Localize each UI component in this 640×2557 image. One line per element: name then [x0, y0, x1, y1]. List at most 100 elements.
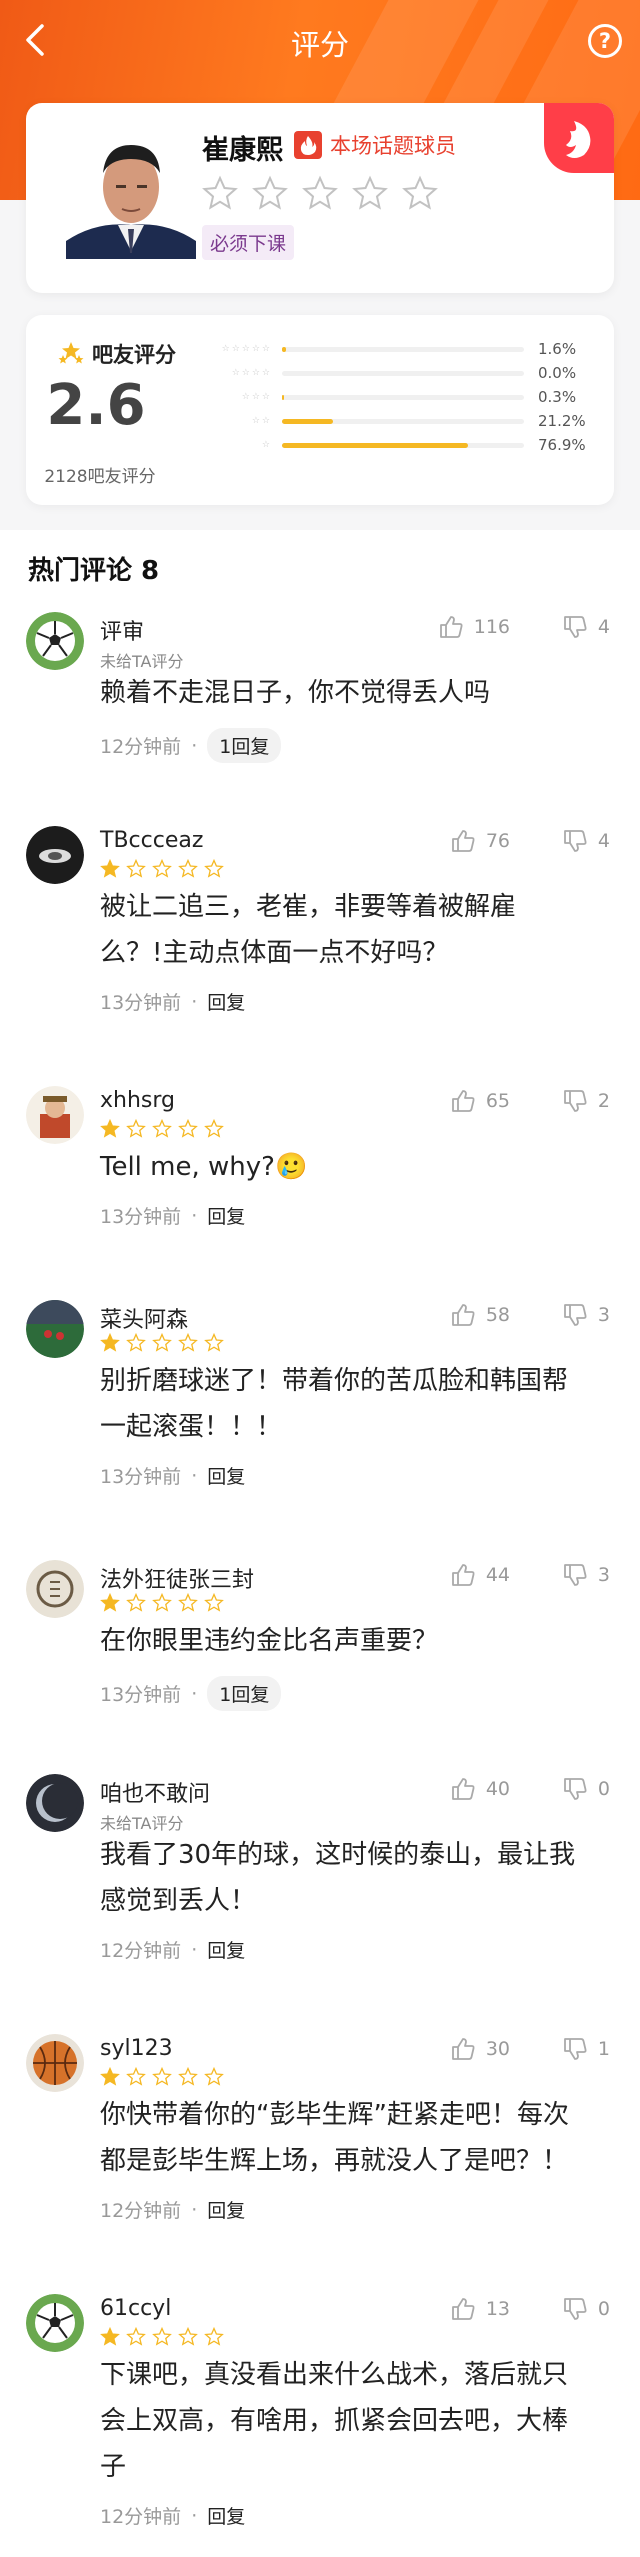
dislike-icon [564, 1090, 587, 1112]
dislike-button[interactable]: 0 [562, 2296, 610, 2322]
like-button[interactable]: 13 [450, 2296, 510, 2322]
like-button[interactable]: 65 [450, 1088, 510, 1114]
comment-username[interactable]: 咱也不敢问 [100, 1776, 210, 1808]
like-button[interactable]: 30 [450, 2036, 510, 2062]
dislike-button[interactable]: 1 [562, 2036, 610, 2062]
page-title: 评分 [290, 28, 349, 62]
like-icon [451, 1564, 475, 1586]
avatar[interactable] [26, 1086, 84, 1144]
comment-star-icon [204, 859, 224, 878]
comment-item[interactable]: xhhsrg 65 2 Tell me, why?🥲 13分钟前 · 回复 [0, 1074, 640, 1288]
comment-text-line: 下课吧，真没看出来什么战术，落后就只 [100, 2360, 569, 2390]
like-count: 76 [485, 830, 510, 852]
like-icon [451, 2038, 475, 2060]
comment-username[interactable]: xhhsrg [100, 1088, 175, 1113]
comment-username[interactable]: 菜头阿森 [100, 1302, 188, 1334]
comment-text: 别折磨球迷了！带着你的苦瓜脸和韩国帮 一起滚蛋！！！ [100, 1358, 620, 1450]
reply-button[interactable]: 回复 [207, 1202, 245, 1229]
dislike-count: 4 [597, 616, 610, 638]
like-button[interactable]: 116 [438, 614, 510, 640]
comment-star-icon [126, 1593, 146, 1612]
rate-star-5[interactable] [402, 175, 438, 211]
comment-star-icon [100, 1593, 120, 1612]
distribution-percent: 76.9% [538, 436, 586, 454]
comment-rating [100, 2067, 224, 2087]
rate-star-2[interactable] [252, 175, 288, 211]
comment-item[interactable]: 评审 未给TA评分 116 4 赖着不走混日子，你不觉得丢人吗 12分钟前 · 1回复 [0, 600, 640, 814]
like-icon [451, 1778, 475, 1800]
reply-button[interactable]: 回复 [207, 2196, 245, 2223]
avatar[interactable] [26, 1774, 84, 1832]
like-count: 13 [485, 2298, 510, 2320]
comment-text-line: 在你眼里违约金比名声重要？ [100, 1626, 439, 1656]
comment-username[interactable]: 法外狂徒张三封 [100, 1562, 254, 1594]
reply-button[interactable]: 回复 [207, 1936, 245, 1963]
comment-meta: 12分钟前 · 1回复 [100, 728, 282, 763]
comment-star-icon [204, 1119, 224, 1138]
comment-meta: 13分钟前 · 回复 [100, 1462, 245, 1489]
dislike-button[interactable]: 3 [562, 1302, 610, 1328]
dislike-icon [564, 830, 587, 852]
rate-star-1[interactable] [202, 175, 238, 211]
avatar[interactable] [26, 2294, 84, 2352]
comment-star-icon [152, 2067, 172, 2086]
distribution-percent: 21.2% [538, 412, 586, 430]
comment-time: 13分钟前 [100, 1466, 182, 1488]
comment-text-line: 一起滚蛋！！！ [100, 1412, 283, 1442]
rate-stars[interactable] [202, 175, 438, 211]
avatar[interactable] [26, 2034, 84, 2092]
comment-text-line: 被让二追三，老崔，非要等着被解雇 [100, 892, 517, 922]
reply-button[interactable]: 回复 [207, 2502, 245, 2529]
like-button[interactable]: 58 [450, 1302, 510, 1328]
comment-item[interactable]: 咱也不敢问 未给TA评分 40 0 我看了30年的球，这时候的泰山，最让我 感觉到丢人！ 1… [0, 1762, 640, 2022]
comment-item[interactable]: 菜头阿森 58 3 别折磨球迷了！带着你的苦瓜脸和韩国帮 一起滚蛋！！！ 13分钟前 · 回复 [0, 1288, 640, 1548]
avatar[interactable] [26, 1560, 84, 1618]
avatar[interactable] [26, 1300, 84, 1358]
rate-star-4[interactable] [352, 175, 388, 211]
reply-button[interactable]: 1回复 [207, 728, 282, 763]
comment-item[interactable]: 法外狂徒张三封 44 3 在你眼里违约金比名声重要？ 13分钟前 · 1回复 [0, 1548, 640, 1762]
dislike-button[interactable]: 0 [562, 1776, 610, 1802]
reply-button[interactable]: 1回复 [207, 1676, 282, 1711]
help-icon[interactable]: ? [588, 24, 622, 58]
distribution-bar-fill [282, 418, 334, 424]
avatar[interactable] [26, 826, 84, 884]
like-count: 30 [485, 2038, 510, 2060]
comment-username[interactable]: syl123 [100, 2036, 173, 2061]
like-button[interactable]: 76 [450, 828, 510, 854]
rate-star-3[interactable] [302, 175, 338, 211]
comment-text-line: 子 [100, 2452, 127, 2482]
dislike-count: 3 [597, 1564, 610, 1586]
comment-username[interactable]: TBccceaz [100, 828, 203, 853]
nav-bar: 评分 ? [0, 0, 640, 80]
like-button[interactable]: 44 [450, 1562, 510, 1588]
comment-text: 赖着不走混日子，你不觉得丢人吗 [100, 670, 620, 716]
comment-star-icon [178, 2327, 198, 2346]
comment-username[interactable]: 评审 [100, 614, 144, 646]
comment-item[interactable]: TBccceaz 76 4 被让二追三，老崔，非要等着被解雇 么？!主动点体面一点不好吗… [0, 814, 640, 1074]
dislike-icon [564, 2038, 587, 2060]
reply-button[interactable]: 回复 [207, 1462, 245, 1489]
avatar[interactable] [26, 612, 84, 670]
like-icon [451, 2298, 475, 2320]
separator-dot: · [191, 2504, 198, 2527]
separator-dot: · [191, 990, 198, 1013]
dislike-count: 3 [597, 1304, 610, 1326]
comment-rating-note: 未给TA评分 [100, 1814, 184, 1833]
dislike-button[interactable]: 2 [562, 1088, 610, 1114]
comment-item[interactable]: syl123 30 1 你快带着你的“彭毕生辉”赶紧走吧！每次 都是彭毕生辉上场，再就没… [0, 2022, 640, 2282]
dislike-icon [564, 2298, 587, 2320]
comment-username[interactable]: 61ccyl [100, 2296, 171, 2321]
distribution-stars-icon: ☆ [261, 440, 272, 450]
distribution-bar [282, 394, 524, 400]
dislike-button[interactable]: 4 [562, 614, 610, 640]
reply-button[interactable]: 回复 [207, 988, 245, 1015]
like-button[interactable]: 40 [450, 1776, 510, 1802]
comment-item[interactable]: 61ccyl 13 0 下课吧，真没看出来什么战术，落后就只 会上双高，有啥用，抓紧会回… [0, 2282, 640, 2557]
rating-stars-icon [58, 342, 84, 364]
dislike-button[interactable]: 4 [562, 828, 610, 854]
dislike-button[interactable]: 3 [562, 1562, 610, 1588]
comment-star-icon [178, 1119, 198, 1138]
comment-star-icon [178, 1593, 198, 1612]
comment-text-line: 么？!主动点体面一点不好吗？ [100, 938, 449, 968]
